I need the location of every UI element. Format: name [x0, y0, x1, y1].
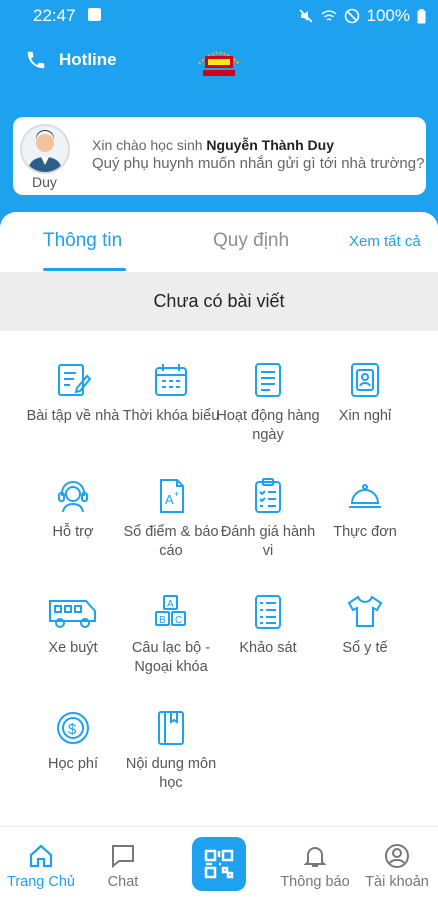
qr-scan-button[interactable]: [192, 837, 246, 891]
menu-grades[interactable]: A + Sổ điểm & báo cáo: [119, 476, 223, 561]
menu-label: Nội dung môn học: [125, 756, 217, 791]
battery-percent: 100%: [366, 6, 410, 25]
menu-survey[interactable]: Khảo sát: [216, 592, 320, 658]
coin-icon: $: [57, 712, 89, 744]
hotline-button[interactable]: Hotline: [25, 49, 117, 71]
menu-tuition[interactable]: $ Học phí: [21, 708, 125, 774]
greeting-question: Quý phụ huynh muốn nhắn gửi gì tới nhà t…: [92, 155, 425, 172]
svg-text:A: A: [167, 599, 174, 610]
grade-icon: A +: [160, 479, 184, 513]
status-time: 22:47: [33, 6, 76, 25]
nav-home-label: Trang Chủ: [7, 874, 75, 890]
notification-icon: [88, 8, 101, 21]
greeting-card[interactable]: Duy Xin chào học sinh Nguyễn Thành Duy Q…: [13, 117, 426, 195]
menu-bus[interactable]: Xe buýt: [21, 592, 125, 658]
svg-text:$: $: [68, 721, 77, 738]
checklist-icon: [255, 478, 281, 513]
menu-label: Thời khóa biểu: [122, 408, 220, 424]
nav-notifications-label: Thông báo: [280, 874, 350, 890]
menu-label: Hỗ trợ: [52, 524, 94, 540]
menu-label: Khảo sát: [239, 640, 297, 656]
menu-curriculum[interactable]: Nội dung môn học: [119, 708, 223, 793]
avatar-name: Duy: [32, 174, 57, 190]
active-tab-indicator: [43, 268, 126, 271]
bell-icon: [303, 847, 327, 867]
food-cloche-icon: [349, 484, 381, 508]
empty-news-banner: Chưa có bài viết: [0, 272, 438, 331]
school-logo: [198, 51, 240, 76]
nav-account[interactable]: Tài khoản: [352, 843, 438, 890]
menu-leave-request[interactable]: Xin nghỉ: [313, 360, 417, 426]
phone-icon: [27, 51, 45, 69]
menu-label: Hoạt động hàng ngày: [216, 408, 320, 443]
nav-home[interactable]: Trang Chủ: [0, 843, 86, 890]
menu-label: Học phí: [48, 756, 98, 772]
menu-clubs[interactable]: ABC Câu lạc bộ - Ngoại khóa: [119, 592, 223, 677]
student-name: Nguyễn Thành Duy: [206, 137, 334, 153]
survey-icon: [255, 595, 281, 629]
shirt-icon: [347, 595, 383, 627]
see-all-link[interactable]: Xem tất cả: [349, 233, 421, 250]
menu-health-record[interactable]: Sổ y tế: [313, 592, 417, 658]
qr-code-icon: [204, 849, 234, 879]
menu-label: Xe buýt: [48, 640, 98, 656]
nav-account-label: Tài khoản: [365, 874, 429, 890]
nav-chat-label: Chat: [107, 874, 139, 890]
menu-behavior[interactable]: Đánh giá hành vi: [216, 476, 320, 561]
menu-support[interactable]: Hỗ trợ: [21, 476, 125, 542]
tab-info[interactable]: Thông tin: [43, 230, 122, 252]
document-icon: [255, 363, 281, 397]
account-icon: [385, 844, 409, 868]
menu-label: Xin nghỉ: [338, 408, 392, 424]
avatar-icon: [28, 130, 62, 172]
greeting-prefix: Xin chào học sinh: [92, 137, 203, 153]
menu-label: Thực đơn: [333, 524, 397, 540]
student-avatar[interactable]: [20, 124, 70, 174]
bus-icon: [49, 600, 96, 628]
menu-menu[interactable]: Thực đơn: [313, 476, 417, 542]
svg-text:B: B: [159, 615, 166, 626]
headset-icon: [58, 481, 88, 513]
mute-icon: [298, 9, 313, 23]
menu-label: Đánh giá hành vi: [220, 524, 316, 559]
status-bar: 22:47 100%: [0, 0, 438, 32]
calendar-icon: [155, 364, 187, 396]
tab-rules[interactable]: Quy định: [213, 230, 289, 252]
menu-label: Sổ y tế: [342, 640, 388, 656]
menu-daily-activities[interactable]: Hoạt động hàng ngày: [216, 360, 320, 445]
menu-label: Câu lạc bộ - Ngoại khóa: [131, 640, 211, 675]
menu-label: Bài tập về nhà: [26, 408, 120, 424]
menu-timetable[interactable]: Thời khóa biểu: [119, 360, 223, 426]
leave-request-icon: [351, 363, 379, 397]
menu-label: Sổ điểm & báo cáo: [123, 524, 219, 559]
battery-icon: [417, 8, 426, 23]
bottom-navigation: Trang Chủ Chat Thông báo Tài khoản: [0, 826, 438, 900]
chat-icon: [112, 845, 134, 869]
menu-homework[interactable]: Bài tập về nhà: [21, 360, 125, 426]
greeting-line: Xin chào học sinh Nguyễn Thành Duy: [92, 137, 334, 153]
dnd-icon: [344, 8, 359, 24]
book-icon: [158, 711, 184, 745]
hotline-label: Hotline: [59, 50, 117, 69]
homework-icon: [58, 364, 92, 396]
header-background: [0, 0, 438, 230]
empty-news-text: Chưa có bài viết: [153, 291, 285, 311]
svg-text:+: +: [174, 489, 179, 499]
svg-text:A: A: [165, 492, 174, 507]
wifi-icon: [320, 10, 337, 21]
home-icon: [29, 844, 53, 868]
nav-chat[interactable]: Chat: [78, 843, 168, 890]
abc-blocks-icon: AB C: [155, 595, 186, 626]
svg-text:C: C: [175, 615, 182, 626]
nav-notifications[interactable]: Thông báo: [270, 843, 360, 890]
